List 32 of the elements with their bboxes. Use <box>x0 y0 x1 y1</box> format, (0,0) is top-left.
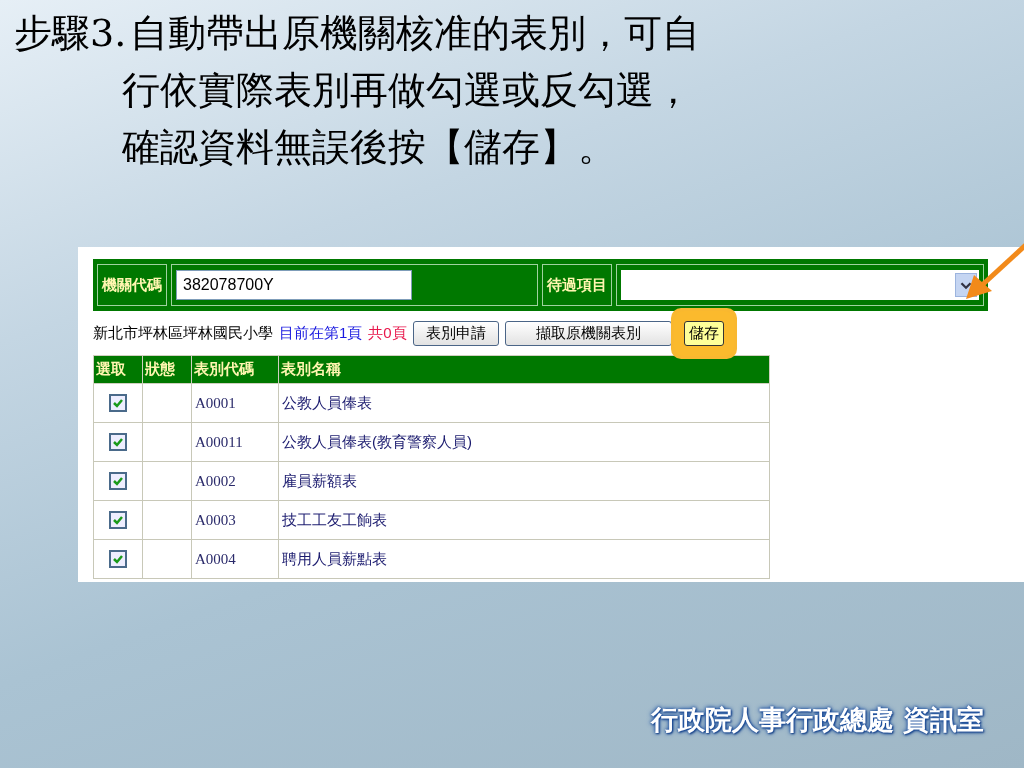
instruction-line: 確認資料無誤後按【儲存】。 <box>122 124 618 171</box>
column-header: 表別名稱 <box>278 355 770 384</box>
checkbox[interactable] <box>109 472 127 490</box>
column-header: 狀態 <box>142 355 192 384</box>
action-button[interactable]: 表別申請 <box>412 320 499 346</box>
table-cell: A0002 <box>191 461 279 501</box>
table-cell: 聘用人員薪點表 <box>278 539 770 579</box>
pending-label: 待過項目 <box>542 264 612 306</box>
checkbox[interactable] <box>109 394 127 412</box>
instruction-line: 自動帶出原機關核准的表別，可自 <box>130 10 701 57</box>
footer-text: 行政院人事行政總處 資訊室 <box>650 703 984 737</box>
table-cell: 公教人員俸表 <box>278 383 770 423</box>
table-cell: 公教人員俸表(教育警察人員) <box>278 422 770 462</box>
current-page: 目前在第1頁 <box>279 323 363 343</box>
table-cell: A0004 <box>191 539 279 579</box>
action-button[interactable]: 擷取原機關表別 <box>504 320 672 346</box>
checkbox[interactable] <box>109 511 127 529</box>
table-cell: 雇員薪額表 <box>278 461 770 501</box>
school-name: 新北市坪林區坪林國民小學 <box>93 323 273 343</box>
instruction-line: 行依實際表別再做勾選或反勾選， <box>122 67 694 114</box>
org-code-field[interactable]: 382078700Y <box>176 270 412 300</box>
table-cell: A0001 <box>191 383 279 423</box>
column-header: 表別代碼 <box>191 355 279 384</box>
org-code-label: 機關代碼 <box>97 264 167 306</box>
total-pages: 共0頁 <box>368 323 407 343</box>
table-cell: A0003 <box>191 500 279 540</box>
step-label: 步驟3. <box>14 10 127 57</box>
checkbox[interactable] <box>109 433 127 451</box>
table-cell: A00011 <box>191 422 279 462</box>
column-header: 選取 <box>93 355 143 384</box>
checkbox[interactable] <box>109 550 127 568</box>
table-cell: 技工工友工餉表 <box>278 500 770 540</box>
